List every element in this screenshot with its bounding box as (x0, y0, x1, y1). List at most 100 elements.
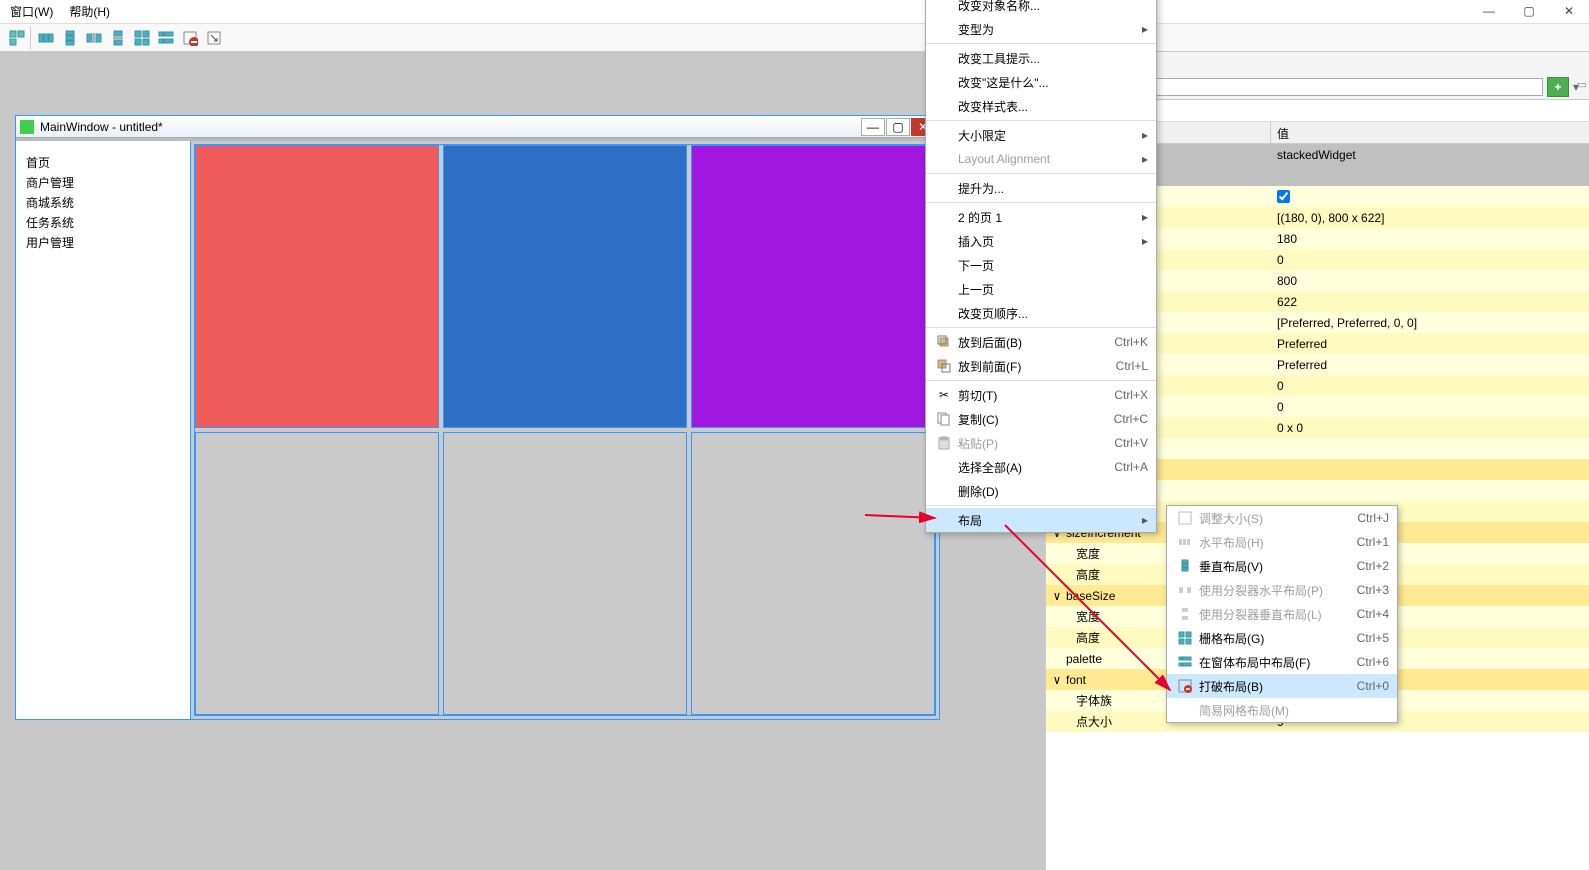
menu-send-to-back[interactable]: 放到后面(B)Ctrl+K (926, 330, 1156, 354)
menu-paste: 粘贴(P)Ctrl+V (926, 431, 1156, 455)
app-window-controls: — ▢ ✕ (1469, 0, 1589, 22)
submenu-formlayout[interactable]: 在窗体布局中布局(F)Ctrl+6 (1167, 650, 1397, 674)
menu-prev-page[interactable]: 上一页 (926, 277, 1156, 301)
menu-next-page[interactable]: 下一页 (926, 253, 1156, 277)
menu-change-whatsthis[interactable]: 改变"这是什么"... (926, 70, 1156, 94)
hlayout-icon (1175, 535, 1195, 549)
submenu-arrow-icon: ▸ (1142, 513, 1148, 527)
toolbar-vlayout-icon[interactable] (59, 27, 81, 49)
minimize-icon[interactable]: — (861, 118, 885, 136)
menu-select-all[interactable]: 选择全部(A)Ctrl+A (926, 455, 1156, 479)
menu-separator (926, 202, 1156, 203)
list-item[interactable]: 商户管理 (26, 174, 180, 191)
list-item[interactable]: 任务系统 (26, 214, 180, 231)
vlayout-icon (1175, 559, 1195, 573)
toolbar (0, 24, 1589, 52)
menu-change-stylesheet[interactable]: 改变样式表... (926, 94, 1156, 118)
submenu-break-layout[interactable]: 打破布局(B)Ctrl+0 (1167, 674, 1397, 698)
toolbar-vsplitter-icon[interactable] (107, 27, 129, 49)
grid-cell[interactable] (691, 432, 935, 715)
grid-icon (1175, 631, 1195, 645)
menu-bring-to-front[interactable]: 放到前面(F)Ctrl+L (926, 354, 1156, 378)
submenu-adjust-size: 调整大小(S)Ctrl+J (1167, 506, 1397, 530)
menu-cut[interactable]: ✂剪切(T)Ctrl+X (926, 383, 1156, 407)
list-item[interactable]: 商城系统 (26, 194, 180, 211)
menu-size-constraints[interactable]: 大小限定▸ (926, 123, 1156, 147)
form-icon (1175, 655, 1195, 669)
menubar: 窗口(W) 帮助(H) (0, 0, 1589, 24)
left-list: 首页 商户管理 商城系统 任务系统 用户管理 (16, 141, 191, 719)
vsplitter-icon (1175, 607, 1195, 621)
menu-separator (926, 173, 1156, 174)
list-item[interactable]: 首页 (26, 154, 180, 171)
maximize-icon[interactable]: ▢ (1509, 0, 1549, 22)
list-item[interactable]: 用户管理 (26, 234, 180, 251)
enabled-checkbox[interactable] (1277, 190, 1290, 203)
expand-icon[interactable]: ∨ (1052, 589, 1062, 603)
maximize-icon[interactable]: ▢ (886, 118, 910, 136)
toolbar-form-icon[interactable] (155, 27, 177, 49)
designer-title: MainWindow - untitled* (40, 120, 860, 134)
submenu-vsplitter: 使用分裂器垂直布局(L)Ctrl+4 (1167, 602, 1397, 626)
submenu-vlayout[interactable]: 垂直布局(V)Ctrl+2 (1167, 554, 1397, 578)
break-layout-icon (1175, 679, 1195, 693)
qt-icon (20, 120, 34, 134)
menu-window[interactable]: 窗口(W) (10, 3, 53, 20)
hsplitter-icon (1175, 583, 1195, 597)
paste-icon (934, 436, 954, 450)
menu-separator (926, 505, 1156, 506)
column-value: 值 (1271, 122, 1589, 143)
grid-cell[interactable] (691, 145, 935, 428)
grid-cell[interactable] (195, 432, 439, 715)
toolbar-edit-widgets-icon[interactable] (6, 27, 28, 49)
send-to-back-icon (934, 335, 954, 349)
menu-promote[interactable]: 提升为... (926, 176, 1156, 200)
menu-help[interactable]: 帮助(H) (69, 3, 110, 20)
toolbar-grid-icon[interactable] (131, 27, 153, 49)
menu-separator (926, 43, 1156, 44)
menu-separator (926, 120, 1156, 121)
grid-cell[interactable] (443, 432, 687, 715)
menu-change-object-name[interactable]: 改变对象名称... (926, 0, 1156, 17)
detach-handle-icon[interactable]: ▭ (1577, 78, 1587, 91)
menu-page-of[interactable]: 2 的页 1▸ (926, 205, 1156, 229)
submenu-arrow-icon: ▸ (1142, 152, 1148, 166)
menu-insert-page[interactable]: 插入页▸ (926, 229, 1156, 253)
grid-cell[interactable] (443, 145, 687, 428)
layout-submenu: 调整大小(S)Ctrl+J 水平布局(H)Ctrl+1 垂直布局(V)Ctrl+… (1166, 505, 1398, 723)
menu-morph-into[interactable]: 变型为▸ (926, 17, 1156, 41)
grid-cell[interactable] (195, 145, 439, 428)
submenu-simplify: 简易网格布局(M) (1167, 698, 1397, 722)
toolbar-hlayout-icon[interactable] (35, 27, 57, 49)
toolbar-hsplitter-icon[interactable] (83, 27, 105, 49)
menu-separator (926, 327, 1156, 328)
menu-change-page-order[interactable]: 改变页顺序... (926, 301, 1156, 325)
copy-icon (934, 412, 954, 426)
submenu-gridlayout[interactable]: 栅格布局(G)Ctrl+5 (1167, 626, 1397, 650)
context-menu: 改变对象名称... 变型为▸ 改变工具提示... 改变"这是什么"... 改变样… (925, 0, 1157, 533)
adjust-size-icon (1175, 511, 1195, 525)
close-icon[interactable]: ✕ (1549, 0, 1589, 22)
minimize-icon[interactable]: — (1469, 0, 1509, 22)
submenu-arrow-icon: ▸ (1142, 234, 1148, 248)
toolbar-break-layout-icon[interactable] (179, 27, 201, 49)
expand-icon[interactable]: ∨ (1052, 673, 1062, 687)
add-property-button[interactable]: + (1547, 77, 1569, 97)
menu-delete[interactable]: 删除(D) (926, 479, 1156, 503)
menu-separator (926, 380, 1156, 381)
toolbar-adjust-size-icon[interactable] (203, 27, 225, 49)
bring-to-front-icon (934, 359, 954, 373)
stacked-widget-area[interactable]: ◂▸ (191, 141, 939, 719)
menu-copy[interactable]: 复制(C)Ctrl+C (926, 407, 1156, 431)
submenu-arrow-icon: ▸ (1142, 22, 1148, 36)
scissors-icon: ✂ (934, 388, 954, 402)
submenu-arrow-icon: ▸ (1142, 210, 1148, 224)
designer-titlebar[interactable]: MainWindow - untitled* — ▢ ✕ (16, 116, 939, 138)
menu-layout[interactable]: 布局▸ (926, 508, 1156, 532)
designer-window: MainWindow - untitled* — ▢ ✕ 首页 商户管理 商城系… (15, 115, 940, 720)
menu-change-tooltip[interactable]: 改变工具提示... (926, 46, 1156, 70)
menu-layout-alignment: Layout Alignment▸ (926, 147, 1156, 171)
grid-layout (194, 144, 936, 716)
submenu-hsplitter: 使用分裂器水平布局(P)Ctrl+3 (1167, 578, 1397, 602)
submenu-hlayout: 水平布局(H)Ctrl+1 (1167, 530, 1397, 554)
